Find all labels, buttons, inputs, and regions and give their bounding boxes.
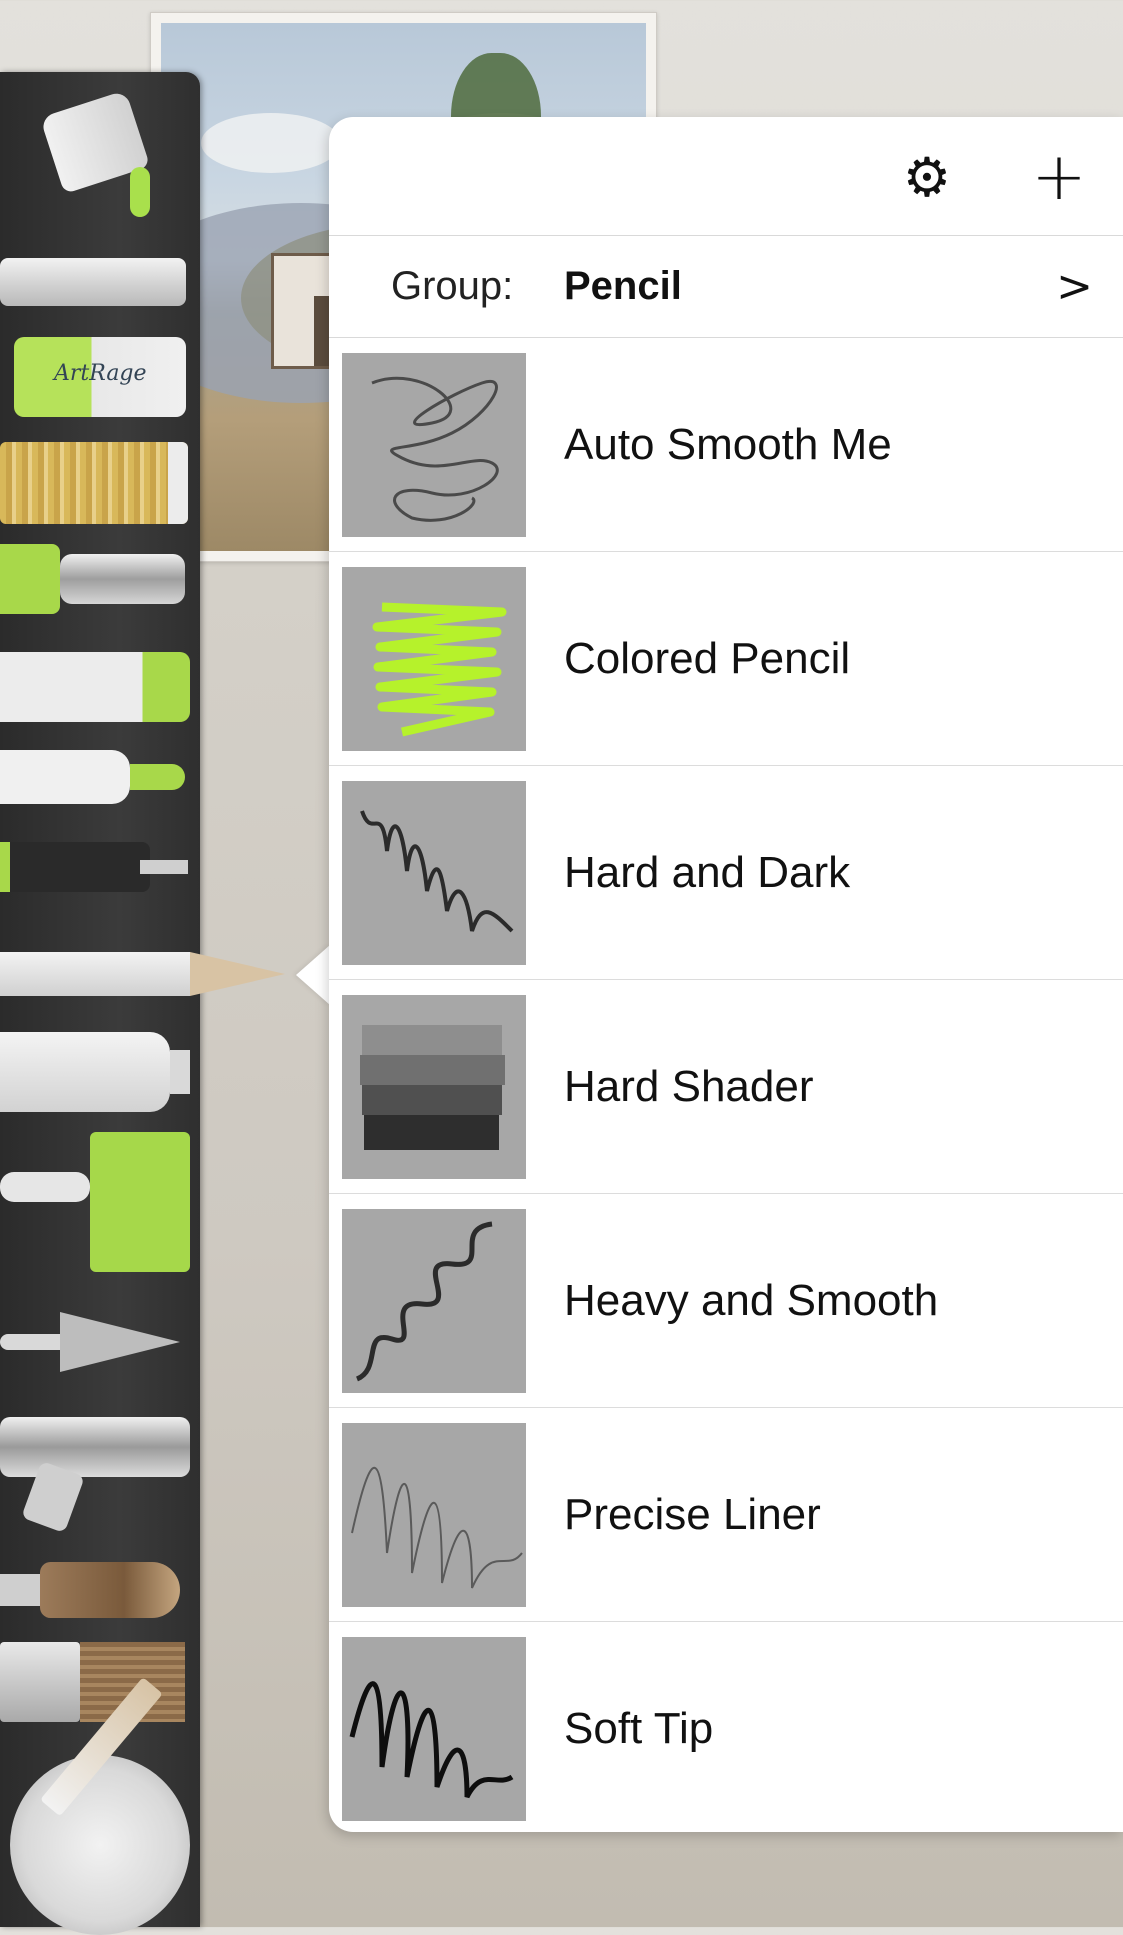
preset-thumbnail bbox=[342, 781, 526, 965]
palette-knife-tool[interactable] bbox=[0, 1312, 190, 1372]
group-value: Pencil bbox=[564, 264, 682, 308]
preset-thumbnail bbox=[342, 1423, 526, 1607]
preset-list: Auto Smooth Me Colored Pencil Hard and D… bbox=[329, 338, 1123, 1832]
group-selector[interactable]: Group: Pencil > bbox=[329, 236, 1123, 338]
preset-name: Auto Smooth Me bbox=[564, 419, 892, 469]
paint-tube-tool[interactable] bbox=[0, 1032, 200, 1112]
preset-item[interactable]: Precise Liner bbox=[329, 1408, 1123, 1622]
paint-roller-tool[interactable] bbox=[0, 1132, 200, 1272]
pen-tool[interactable] bbox=[0, 258, 190, 306]
preset-name: Precise Liner bbox=[564, 1489, 821, 1539]
pencil-tool[interactable] bbox=[0, 952, 290, 996]
group-label: Group: bbox=[391, 264, 514, 308]
preset-item[interactable]: Auto Smooth Me bbox=[329, 338, 1123, 552]
chevron-right-icon: > bbox=[1056, 261, 1093, 312]
airbrush-tool[interactable] bbox=[0, 1417, 200, 1537]
preset-item[interactable]: Colored Pencil bbox=[329, 552, 1123, 766]
felt-pen-tool[interactable] bbox=[0, 544, 200, 614]
popover-pointer bbox=[296, 945, 330, 1005]
preset-item[interactable]: Hard and Dark bbox=[329, 766, 1123, 980]
tool-rail: ArtRage bbox=[0, 72, 285, 1927]
gear-icon[interactable]: ⚙ bbox=[897, 146, 957, 209]
preset-thumbnail bbox=[342, 567, 526, 751]
paint-bucket-tool[interactable] bbox=[0, 72, 200, 222]
preset-item[interactable]: Soft Tip bbox=[329, 1622, 1123, 1832]
preset-name: Hard and Dark bbox=[564, 847, 851, 897]
chalk-tool[interactable] bbox=[0, 652, 200, 722]
plus-icon[interactable]: + bbox=[1029, 144, 1089, 210]
popover-header: ⚙ + bbox=[329, 117, 1123, 236]
technical-pen-tool[interactable] bbox=[0, 832, 200, 902]
preset-name: Colored Pencil bbox=[564, 633, 851, 683]
preset-name: Hard Shader bbox=[564, 1061, 814, 1111]
glitter-tube-tool[interactable] bbox=[0, 442, 200, 532]
preset-thumbnail bbox=[342, 995, 526, 1179]
active-tool-dial[interactable] bbox=[10, 1677, 190, 1935]
preset-name: Heavy and Smooth bbox=[564, 1275, 939, 1325]
oil-brush-tool[interactable] bbox=[0, 1642, 200, 1722]
marker-tool[interactable] bbox=[0, 742, 200, 812]
preset-thumbnail bbox=[342, 1637, 526, 1821]
preset-thumbnail bbox=[342, 1209, 526, 1393]
preset-popover: ⚙ + Group: Pencil > Auto Smooth Me Color… bbox=[329, 117, 1123, 1832]
preset-item[interactable]: Hard Shader bbox=[329, 980, 1123, 1194]
preset-thumbnail bbox=[342, 353, 526, 537]
preset-name: Soft Tip bbox=[564, 1703, 714, 1753]
watercolor-brush-tool[interactable] bbox=[0, 1562, 200, 1618]
sticker-label: ArtRage bbox=[54, 361, 147, 386]
preset-item[interactable]: Heavy and Smooth bbox=[329, 1194, 1123, 1408]
sticker-tool[interactable]: ArtRage bbox=[0, 337, 200, 427]
